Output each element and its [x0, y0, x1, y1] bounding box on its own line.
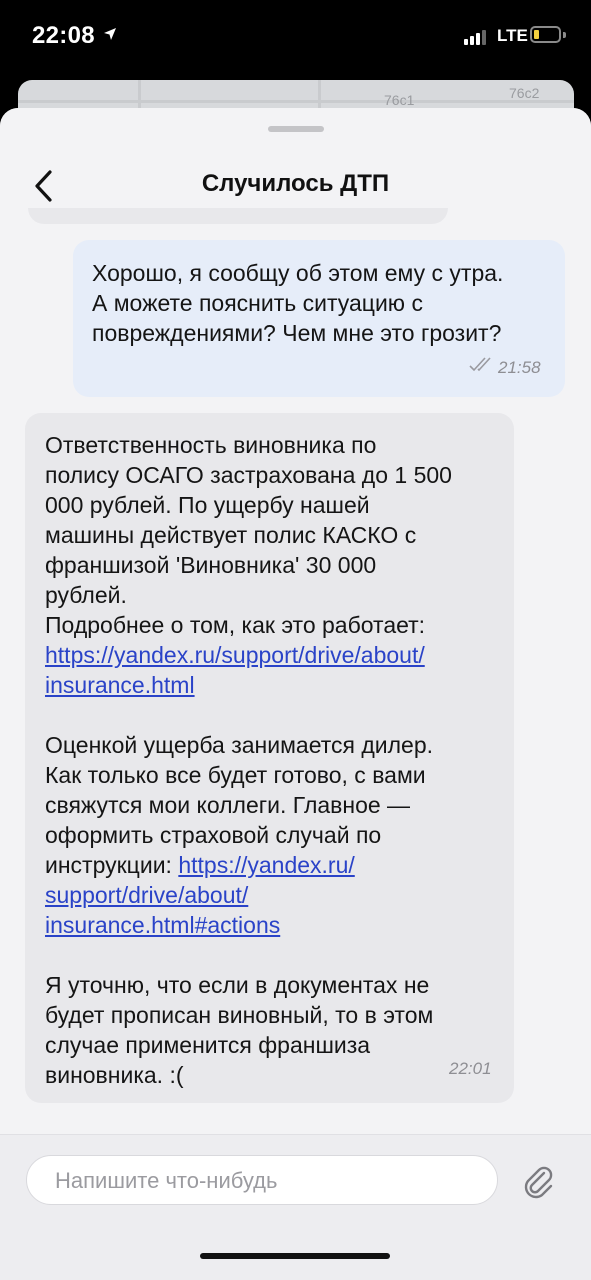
- outgoing-message: Хорошо, я сообщу об этом ему с утра. А м…: [73, 240, 565, 397]
- message-line: франшизой 'Виновника' 30 000: [45, 552, 377, 578]
- message-line: А можете пояснить ситуацию с: [92, 290, 423, 316]
- map-label: 76c2: [509, 85, 540, 101]
- message-time: 22:01: [449, 1059, 492, 1078]
- message-line: Оценкой ущерба занимается дилер.: [45, 732, 434, 758]
- chat-sheet: Хорошо, я сообщу об этом ему с утра. А м…: [0, 108, 591, 1280]
- message-line: Я уточню, что если в документах не: [45, 972, 430, 998]
- double-check-icon: [469, 357, 491, 372]
- message-line: оформить страховой случай по: [45, 822, 382, 848]
- insurance-actions-link[interactable]: insurance.html#actions: [45, 912, 280, 938]
- composer: Напишите что-нибудь: [0, 1134, 591, 1280]
- message-line: полису ОСАГО застрахована до 1 500: [45, 462, 452, 488]
- message-line: Как только все будет готово, с вами: [45, 762, 426, 788]
- message-text: инструкции:: [45, 852, 179, 878]
- battery-tip: [563, 32, 566, 38]
- message-line: Ответственность виновника по: [45, 432, 377, 458]
- battery-icon: [530, 26, 561, 43]
- message-line: 000 рублей. По ущербу нашей: [45, 492, 370, 518]
- message-line: машины действует полис КАСКО с: [45, 522, 417, 548]
- previous-message-edge: [28, 208, 448, 224]
- message-line: свяжутся мои коллеги. Главное —: [45, 792, 411, 818]
- message-line: Подробнее о том, как это работает:: [45, 612, 426, 638]
- signal-strength-icon: [464, 29, 490, 45]
- sheet-header: Случилось ДТП: [0, 108, 591, 220]
- status-bar: 22:08 LTE: [0, 0, 591, 72]
- location-arrow-icon: [104, 28, 116, 40]
- map-label: 76c1: [384, 92, 415, 108]
- home-indicator: [200, 1253, 390, 1259]
- message-line: случае применится франшиза: [45, 1032, 371, 1058]
- message-line: Хорошо, я сообщу об этом ему с утра.: [92, 260, 504, 286]
- paperclip-icon[interactable]: [520, 1163, 556, 1199]
- sheet-grabber[interactable]: [268, 126, 324, 132]
- message-line: рублей.: [45, 582, 127, 608]
- insurance-actions-link[interactable]: support/drive/about/: [45, 882, 248, 908]
- insurance-link[interactable]: https://yandex.ru/support/drive/about/: [45, 642, 425, 668]
- network-type: LTE: [497, 26, 528, 45]
- insurance-link[interactable]: insurance.html: [45, 672, 195, 698]
- page-title: Случилось ДТП: [201, 170, 390, 197]
- status-time: 22:08: [32, 22, 95, 49]
- incoming-message: Ответственность виновника по полису ОСАГ…: [25, 413, 514, 1103]
- message-time: 21:58: [498, 358, 541, 377]
- message-line: будет прописан виновный, то в этом: [45, 1002, 434, 1028]
- insurance-actions-link[interactable]: https://yandex.ru/: [178, 852, 354, 878]
- message-line: виновника. :(: [45, 1062, 184, 1088]
- message-line: повреждениями? Чем мне это грозит?: [92, 320, 502, 346]
- message-input[interactable]: Напишите что-нибудь: [26, 1155, 498, 1205]
